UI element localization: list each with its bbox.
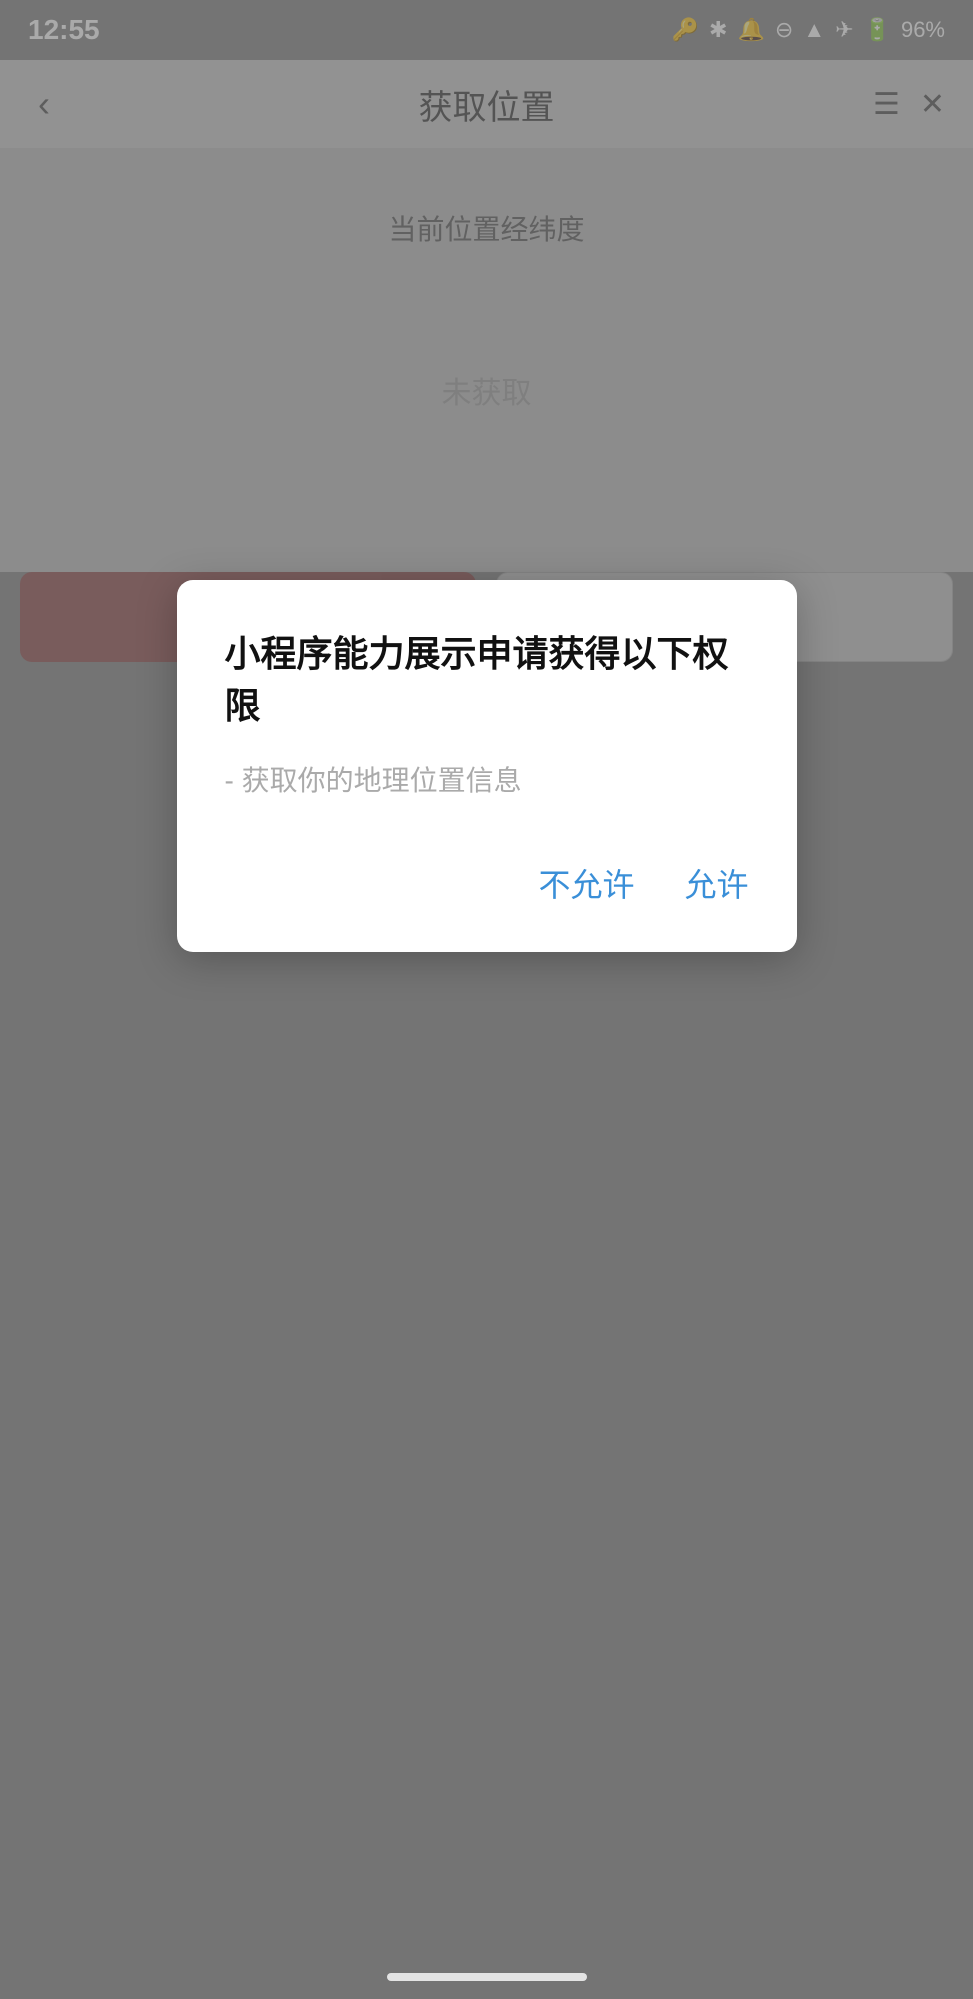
dialog-overlay bbox=[0, 0, 973, 1999]
home-indicator bbox=[387, 1973, 587, 1981]
allow-button[interactable]: 允许 bbox=[684, 850, 748, 916]
dialog-actions: 不允许 允许 bbox=[225, 850, 749, 916]
permission-dialog: 小程序能力展示申请获得以下权限 - 获取你的地理位置信息 不允许 允许 bbox=[177, 580, 797, 952]
dialog-description: - 获取你的地理位置信息 bbox=[225, 760, 749, 802]
deny-button[interactable]: 不允许 bbox=[538, 850, 634, 916]
dialog-title: 小程序能力展示申请获得以下权限 bbox=[225, 628, 749, 732]
